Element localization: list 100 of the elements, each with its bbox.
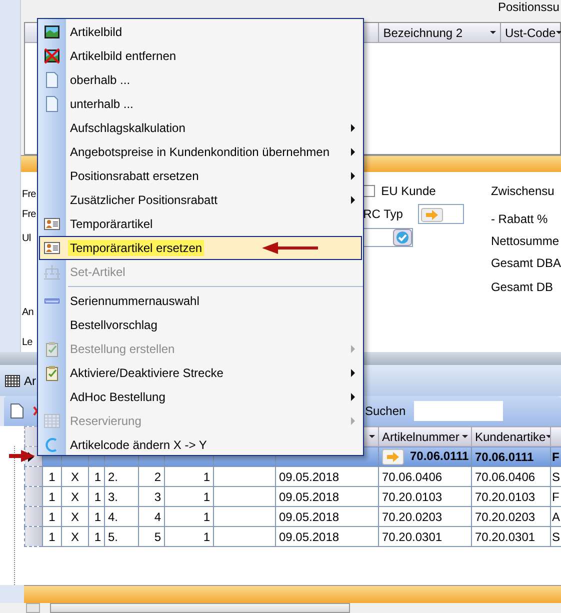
menu-item[interactable]: Temporärartikel — [39, 212, 362, 236]
grid-row[interactable]: 1 X 1 5. 5 1 09.05.2018 70.20.0301 70.20.0301 S — [24, 526, 561, 546]
table-cell: 70.20.0301 — [475, 530, 536, 544]
table-cell: X — [70, 510, 79, 524]
table-cell: 1 — [94, 510, 101, 524]
field-label: Fre — [22, 208, 37, 222]
table-cell: 3. — [108, 490, 118, 504]
check-button-icon[interactable] — [393, 229, 412, 246]
field-label: Le — [22, 336, 34, 350]
grid-icon — [5, 374, 20, 386]
submenu-arrow-icon — [351, 148, 355, 156]
menu-item[interactable]: Zusätzlicher Positionsrabatt — [39, 188, 362, 212]
page-icon — [44, 72, 60, 88]
column-header[interactable]: Artikelnummer — [378, 426, 472, 446]
table-cell: S — [552, 470, 560, 484]
checkbox[interactable] — [363, 185, 376, 197]
table-cell: 70.06.0111 — [475, 450, 534, 464]
window-title: Ar — [24, 374, 36, 388]
menu-item[interactable]: Aufschlagskalkulation — [39, 116, 362, 140]
table-cell: 1 — [94, 490, 101, 504]
caret-icon[interactable] — [462, 435, 468, 438]
table-cell: F — [552, 490, 560, 504]
table-cell: A — [552, 510, 560, 524]
table-cell: 70.06.0406 — [382, 470, 442, 484]
column-header[interactable]: Ust-Code — [500, 23, 560, 42]
table-cell: F — [552, 450, 560, 464]
id-card-icon — [44, 216, 60, 232]
submenu-arrow-icon — [351, 417, 355, 425]
column-header[interactable]: Kundenartike — [472, 426, 550, 446]
submenu-arrow-icon — [351, 124, 355, 132]
check-field[interactable] — [363, 228, 414, 247]
table-cell: 70.20.0103 — [475, 490, 536, 504]
field-label: An — [22, 306, 34, 320]
page-icon — [44, 96, 60, 112]
image-remove-icon — [44, 48, 60, 64]
checkbox-label: EU Kunde — [381, 184, 436, 198]
menu-item[interactable]: unterhalb ... — [39, 92, 362, 116]
menu-item[interactable]: Artikelbild entfernen — [39, 44, 362, 68]
table-cell: 09.05.2018 — [279, 530, 340, 544]
total-label: - Rabatt % — [490, 212, 549, 226]
menu-item[interactable]: Aktiviere/Deaktiviere Strecke — [39, 361, 362, 385]
table-cell: 1 — [94, 470, 101, 484]
menu-item[interactable]: oberhalb ... — [39, 68, 362, 92]
clipboard-check-icon — [44, 341, 60, 357]
table-cell: 5 — [154, 530, 161, 544]
table-cell: 4 — [154, 510, 161, 524]
table-cell: 2 — [154, 470, 161, 484]
calendar-icon — [44, 413, 60, 429]
grid-row[interactable]: 1 X 1 3. 3 1 09.05.2018 70.20.0103 70.20.0103 F — [24, 486, 561, 506]
table-cell: 5. — [108, 530, 118, 544]
table-cell: 09.05.2018 — [279, 490, 340, 504]
table-cell: 4. — [108, 510, 118, 524]
id-card-icon — [44, 240, 60, 256]
rc-type-field[interactable] — [418, 204, 464, 224]
table-cell: 1 — [48, 510, 56, 524]
total-label: Gesamt DB — [490, 280, 554, 294]
table-cell: 1 — [203, 490, 210, 504]
pointer-arrow — [262, 242, 320, 254]
scrollbar-thumb[interactable] — [50, 603, 350, 613]
table-cell: 1 — [48, 530, 56, 544]
search-label: Suchen — [365, 404, 406, 418]
menu-item[interactable]: Temporärartikel ersetzen — [39, 236, 362, 260]
table-cell: 09.05.2018 — [279, 470, 340, 484]
new-document-icon[interactable] — [10, 403, 24, 419]
field-label: RC Typ — [363, 207, 403, 221]
search-field[interactable] — [414, 401, 503, 421]
pointer-arrow — [9, 450, 35, 462]
summary-caption: Positionssu — [498, 0, 560, 14]
table-cell: X — [70, 470, 79, 484]
menu-item[interactable]: Seriennummernauswahl — [39, 289, 362, 313]
caret-icon[interactable] — [490, 31, 496, 34]
table-cell: 70.20.0203 — [475, 510, 536, 524]
field-label: Fre — [22, 188, 37, 202]
table-cell: 1 — [48, 490, 56, 504]
caret-icon[interactable] — [556, 31, 561, 34]
menu-item[interactable]: AdHoc Bestellung — [39, 385, 362, 409]
table-cell: 1 — [94, 530, 101, 544]
caret-icon[interactable] — [369, 435, 375, 438]
total-label: Gesamt DBA — [490, 256, 561, 270]
menu-item[interactable]: Positionsrabatt ersetzen — [39, 164, 362, 188]
clipboard-check-icon — [44, 365, 60, 381]
table-cell: 70.20.0203 — [382, 510, 442, 524]
table-cell: X — [70, 490, 79, 504]
submenu-arrow-icon — [351, 345, 355, 353]
grid-row[interactable]: 1 X 1 4. 4 1 09.05.2018 70.20.0203 70.20.0203 A — [24, 506, 561, 526]
table-cell: X — [70, 530, 79, 544]
field-label: Ul — [22, 232, 32, 246]
table-cell: 70.06.0406 — [475, 470, 536, 484]
table-cell: 70.20.0103 — [382, 490, 442, 504]
table-cell: 70.06.0111 — [410, 448, 469, 463]
table-cell: 2. — [108, 470, 118, 484]
submenu-arrow-icon — [351, 172, 355, 180]
image-icon — [44, 24, 60, 40]
menu-item[interactable]: Artikelbild — [39, 20, 362, 44]
menu-item[interactable]: Angebotspreise in Kundenkondition übernehmen — [39, 140, 362, 164]
column-header[interactable]: Bezeichnung 2 — [378, 23, 500, 42]
grid-row[interactable]: 1 X 1 2. 2 1 09.05.2018 70.06.0406 70.06.0406 S — [24, 466, 561, 486]
total-label: Nettosumme — [490, 234, 560, 248]
table-cell: 3 — [154, 490, 161, 504]
menu-item[interactable]: Bestellvorschlag — [39, 313, 362, 337]
